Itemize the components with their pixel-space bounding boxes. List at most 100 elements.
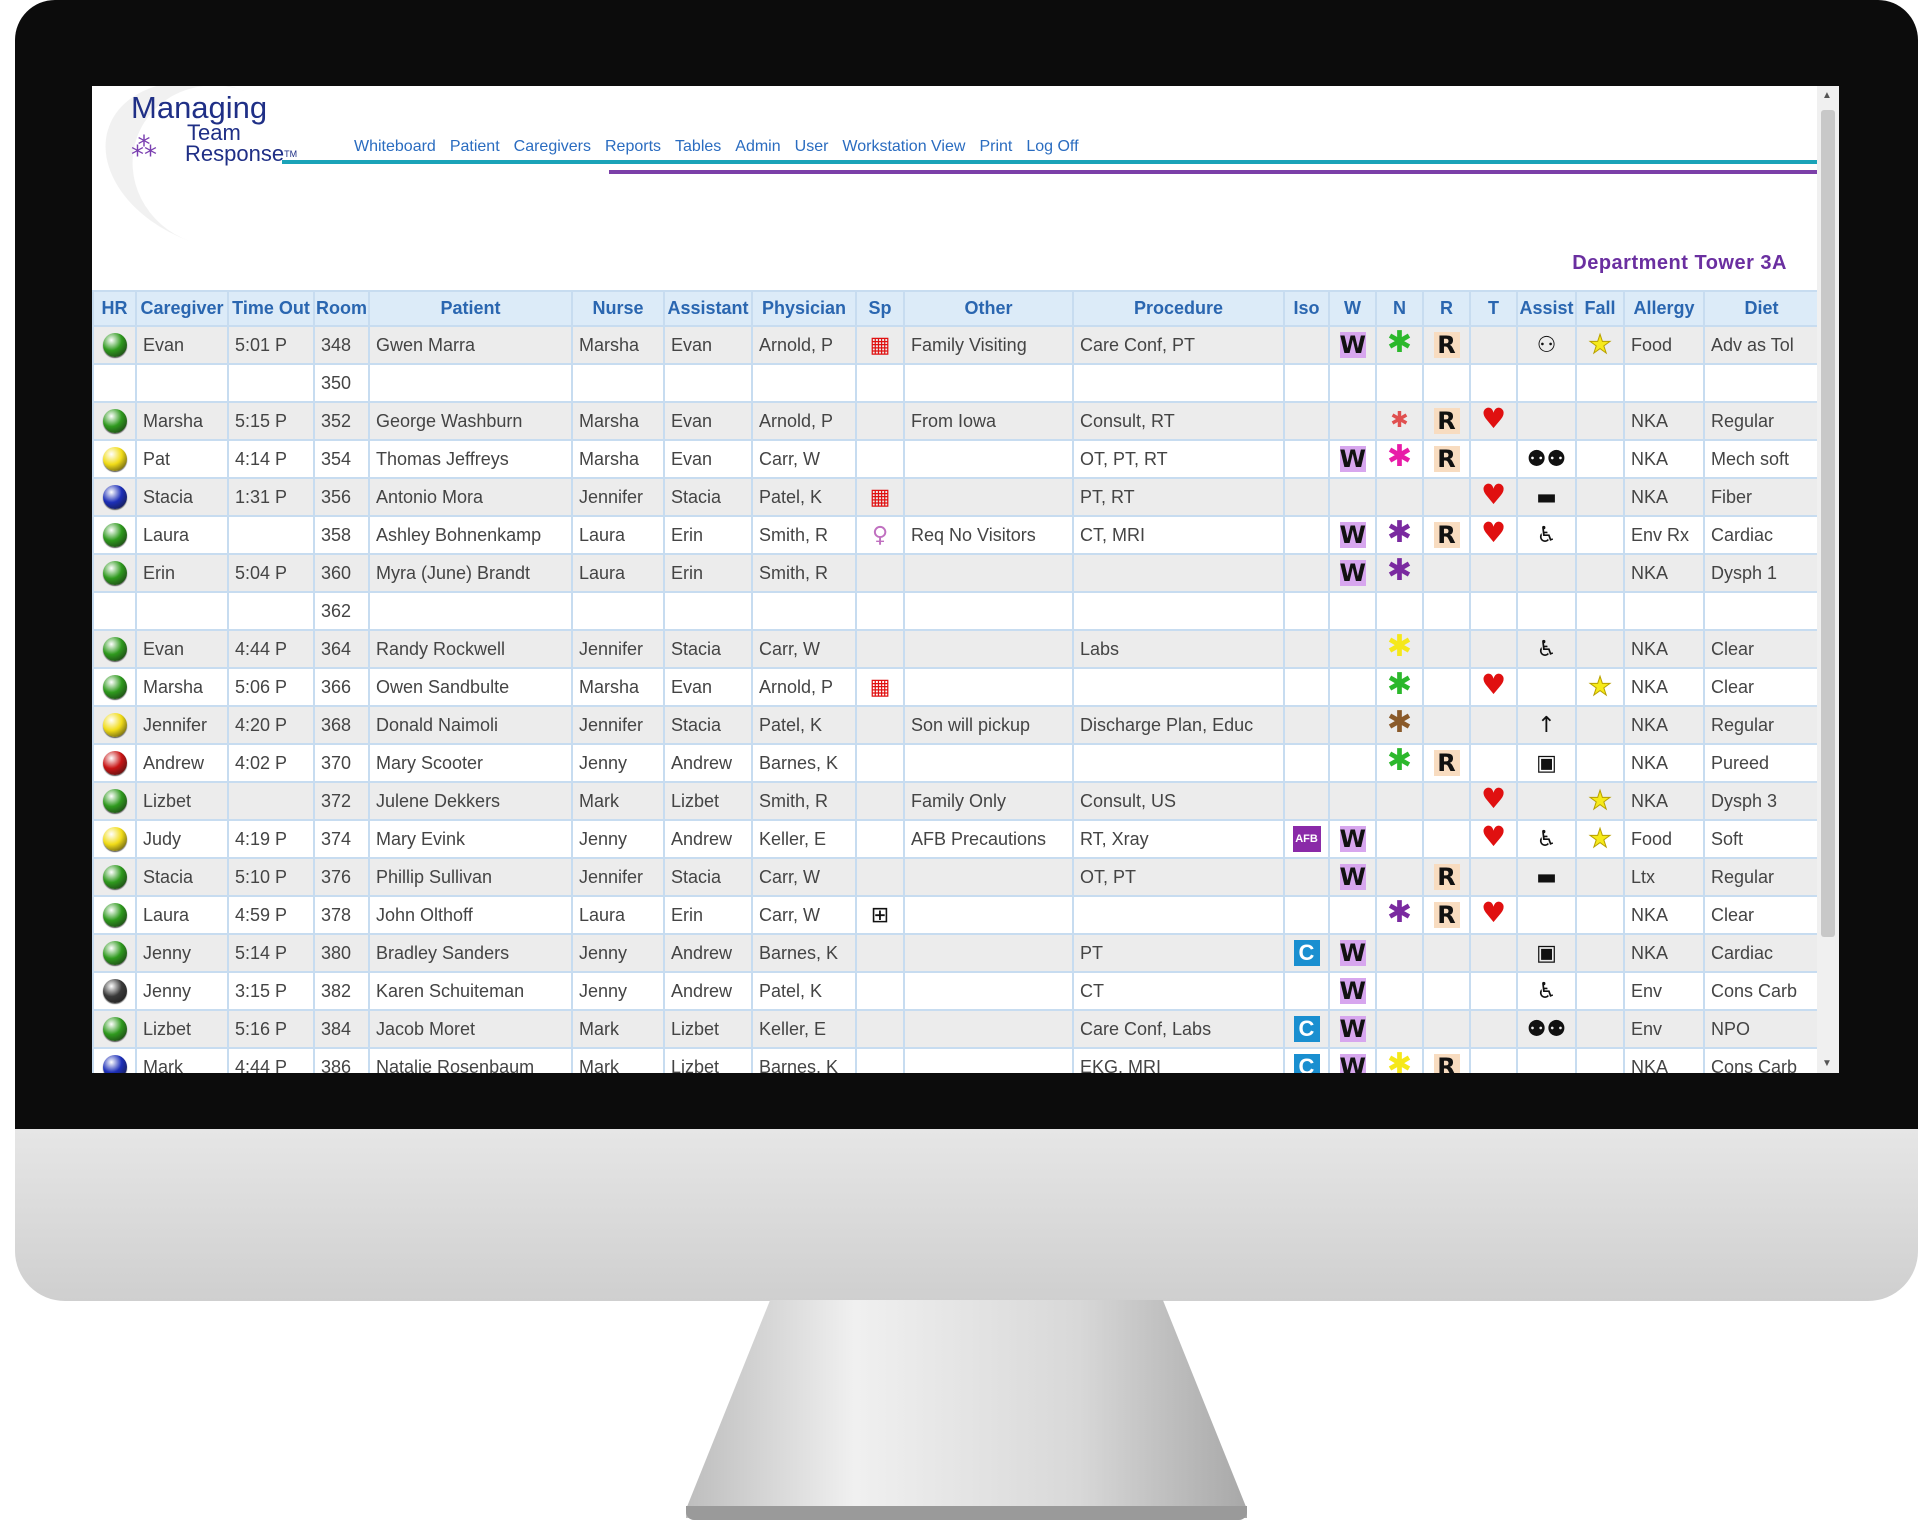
scrollbar-thumb[interactable] (1821, 110, 1835, 937)
cell-procedure (1072, 743, 1285, 783)
cell-diet: Pureed (1703, 743, 1820, 783)
cell-time-out-text: 3:15 P (235, 980, 288, 1001)
cell-caregiver: Stacia (135, 857, 229, 897)
cell-assistant-text: Stacia (671, 486, 722, 507)
column-header-caregiver[interactable]: Caregiver (135, 290, 229, 327)
table-row[interactable]: Lizbet 372 Julene Dekkers Mark Lizbet Smith, … (92, 781, 1820, 821)
allergy-text: NKA (1631, 790, 1669, 811)
table-header-row: HR Caregiver Time Out Room Patient Nurse Assis… (92, 290, 1820, 327)
nav-admin[interactable]: Admin (735, 138, 780, 156)
cell-time-out (227, 363, 315, 403)
cell-assist: ↑ (1516, 705, 1577, 745)
column-header-t[interactable]: T (1469, 290, 1518, 327)
cell-assistant: Erin (663, 895, 753, 935)
logo-line-3: ResponseTM (185, 143, 297, 165)
column-header-assistant[interactable]: Assistant (663, 290, 753, 327)
cell-patient-text: Jacob Moret (376, 1018, 476, 1039)
table-row[interactable]: Mark 4:44 P 386 Natalie Rosenbaum Mark Lizbet… (92, 1047, 1820, 1074)
column-header-n[interactable]: N (1375, 290, 1424, 327)
cell-hr (92, 401, 137, 441)
column-header-patient[interactable]: Patient (368, 290, 573, 327)
diet-text: Regular (1711, 410, 1775, 431)
column-header-iso[interactable]: Iso (1283, 290, 1330, 327)
nav-reports[interactable]: Reports (605, 138, 661, 156)
cell-caregiver: Evan (135, 325, 229, 365)
cell-procedure: Care Conf, Labs (1072, 1009, 1285, 1049)
cell-iso (1283, 439, 1330, 479)
column-header-hr[interactable]: HR (92, 290, 137, 327)
cell-nurse-text: Marsha (579, 448, 640, 469)
column-header-allergy[interactable]: Allergy (1623, 290, 1705, 327)
cell-caregiver: Marsha (135, 667, 229, 707)
cell-iso (1283, 629, 1330, 669)
column-header-room[interactable]: Room (313, 290, 370, 327)
nav-log-off[interactable]: Log Off (1026, 138, 1078, 156)
table-row[interactable]: 362 (92, 591, 1820, 631)
nav-print[interactable]: Print (979, 138, 1012, 156)
table-row[interactable]: Laura 358 Ashley Bohnenkamp Laura Erin Smith,… (92, 515, 1820, 555)
table-row[interactable]: Erin 5:04 P 360 Myra (June) Brandt Laura Erin… (92, 553, 1820, 593)
cell-hr (92, 781, 137, 821)
table-row[interactable]: 350 (92, 363, 1820, 403)
nav-user[interactable]: User (795, 138, 829, 156)
cell-allergy: NKA (1623, 895, 1705, 935)
table-row[interactable]: Marsha 5:15 P 352 George Washburn Marsha Evan… (92, 401, 1820, 441)
nav-workstation-view[interactable]: Workstation View (842, 138, 965, 156)
procedure-text: CT, MRI (1080, 524, 1145, 545)
cell-patient-text: Julene Dekkers (376, 790, 501, 811)
table-row[interactable]: Stacia 5:10 P 376 Phillip Sullivan Jennifer S… (92, 857, 1820, 897)
column-header-r[interactable]: R (1422, 290, 1471, 327)
column-header-nurse[interactable]: Nurse (571, 290, 665, 327)
table-row[interactable]: Jennifer 4:20 P 368 Donald Naimoli Jennifer S… (92, 705, 1820, 745)
column-header-fall[interactable]: Fall (1575, 290, 1625, 327)
cell-caregiver: Stacia (135, 477, 229, 517)
table-row[interactable]: Judy 4:19 P 374 Mary Evink Jenny Andrew Keller… (92, 819, 1820, 859)
group-icon: ⚉⚉ (1526, 1016, 1567, 1042)
cell-n (1375, 971, 1424, 1011)
column-header-procedure[interactable]: Procedure (1072, 290, 1285, 327)
scroll-up-icon[interactable]: ▲ (1822, 90, 1832, 101)
people-figure-icon: ⁂ (131, 132, 157, 162)
table-row[interactable]: Jenny 5:14 P 380 Bradley Sanders Jenny Andrew… (92, 933, 1820, 973)
cell-nurse: Laura (571, 895, 665, 935)
cell-room: 354 (313, 439, 370, 479)
table-row[interactable]: Evan 5:01 P 348 Gwen Marra Marsha Evan Arnold,… (92, 325, 1820, 365)
table-row[interactable]: Lizbet 5:16 P 384 Jacob Moret Mark Lizbet Kell… (92, 1009, 1820, 1049)
column-header-sp[interactable]: Sp (855, 290, 905, 327)
heart-icon: ♥ (1480, 516, 1507, 549)
cell-nurse: Marsha (571, 439, 665, 479)
column-header-w[interactable]: W (1328, 290, 1377, 327)
cell-n: ✱ (1375, 553, 1424, 593)
nav-tables[interactable]: Tables (675, 138, 721, 156)
cell-t: ♥ (1469, 895, 1518, 935)
nav-whiteboard[interactable]: Whiteboard (354, 138, 436, 156)
column-header-other[interactable]: Other (903, 290, 1074, 327)
table-row[interactable]: Jenny 3:15 P 382 Karen Schuiteman Jenny Andre… (92, 971, 1820, 1011)
column-header-diet[interactable]: Diet (1703, 290, 1820, 327)
table-row[interactable]: Pat 4:14 P 354 Thomas Jeffreys Marsha Evan Car… (92, 439, 1820, 479)
table-row[interactable]: Stacia 1:31 P 356 Antonio Mora Jennifer Staci… (92, 477, 1820, 517)
column-header-assist[interactable]: Assist (1516, 290, 1577, 327)
cell-nurse-text: Mark (579, 1018, 619, 1039)
cell-time-out: 5:06 P (227, 667, 315, 707)
cell-time-out-text: 4:44 P (235, 1056, 288, 1074)
cell-patient-text: George Washburn (376, 410, 523, 431)
cell-assist: ⚉⚉ (1516, 439, 1577, 479)
column-header-physician[interactable]: Physician (751, 290, 857, 327)
hr-status-dot-blue (102, 1055, 127, 1073)
cell-assistant: Lizbet (663, 1047, 753, 1073)
scroll-down-icon[interactable]: ▼ (1822, 1058, 1832, 1069)
cell-patient-text: Ashley Bohnenkamp (376, 524, 542, 545)
table-row[interactable]: Andrew 4:02 P 370 Mary Scooter Jenny Andrew Ba… (92, 743, 1820, 783)
cell-room: 358 (313, 515, 370, 555)
logo: ⁂ Managing Team ResponseTM (131, 92, 297, 165)
table-row[interactable]: Evan 4:44 P 364 Randy Rockwell Jennifer Staci… (92, 629, 1820, 669)
column-header-time-out[interactable]: Time Out (227, 290, 315, 327)
cell-w (1328, 477, 1377, 517)
cell-nurse: Jennifer (571, 705, 665, 745)
table-row[interactable]: Marsha 5:06 P 366 Owen Sandbulte Marsha Evan A… (92, 667, 1820, 707)
vertical-scrollbar[interactable]: ▲ ▼ (1817, 86, 1839, 1073)
nav-patient[interactable]: Patient (450, 138, 500, 156)
nav-caregivers[interactable]: Caregivers (514, 138, 591, 156)
table-row[interactable]: Laura 4:59 P 378 John Olthoff Laura Erin Carr,… (92, 895, 1820, 935)
